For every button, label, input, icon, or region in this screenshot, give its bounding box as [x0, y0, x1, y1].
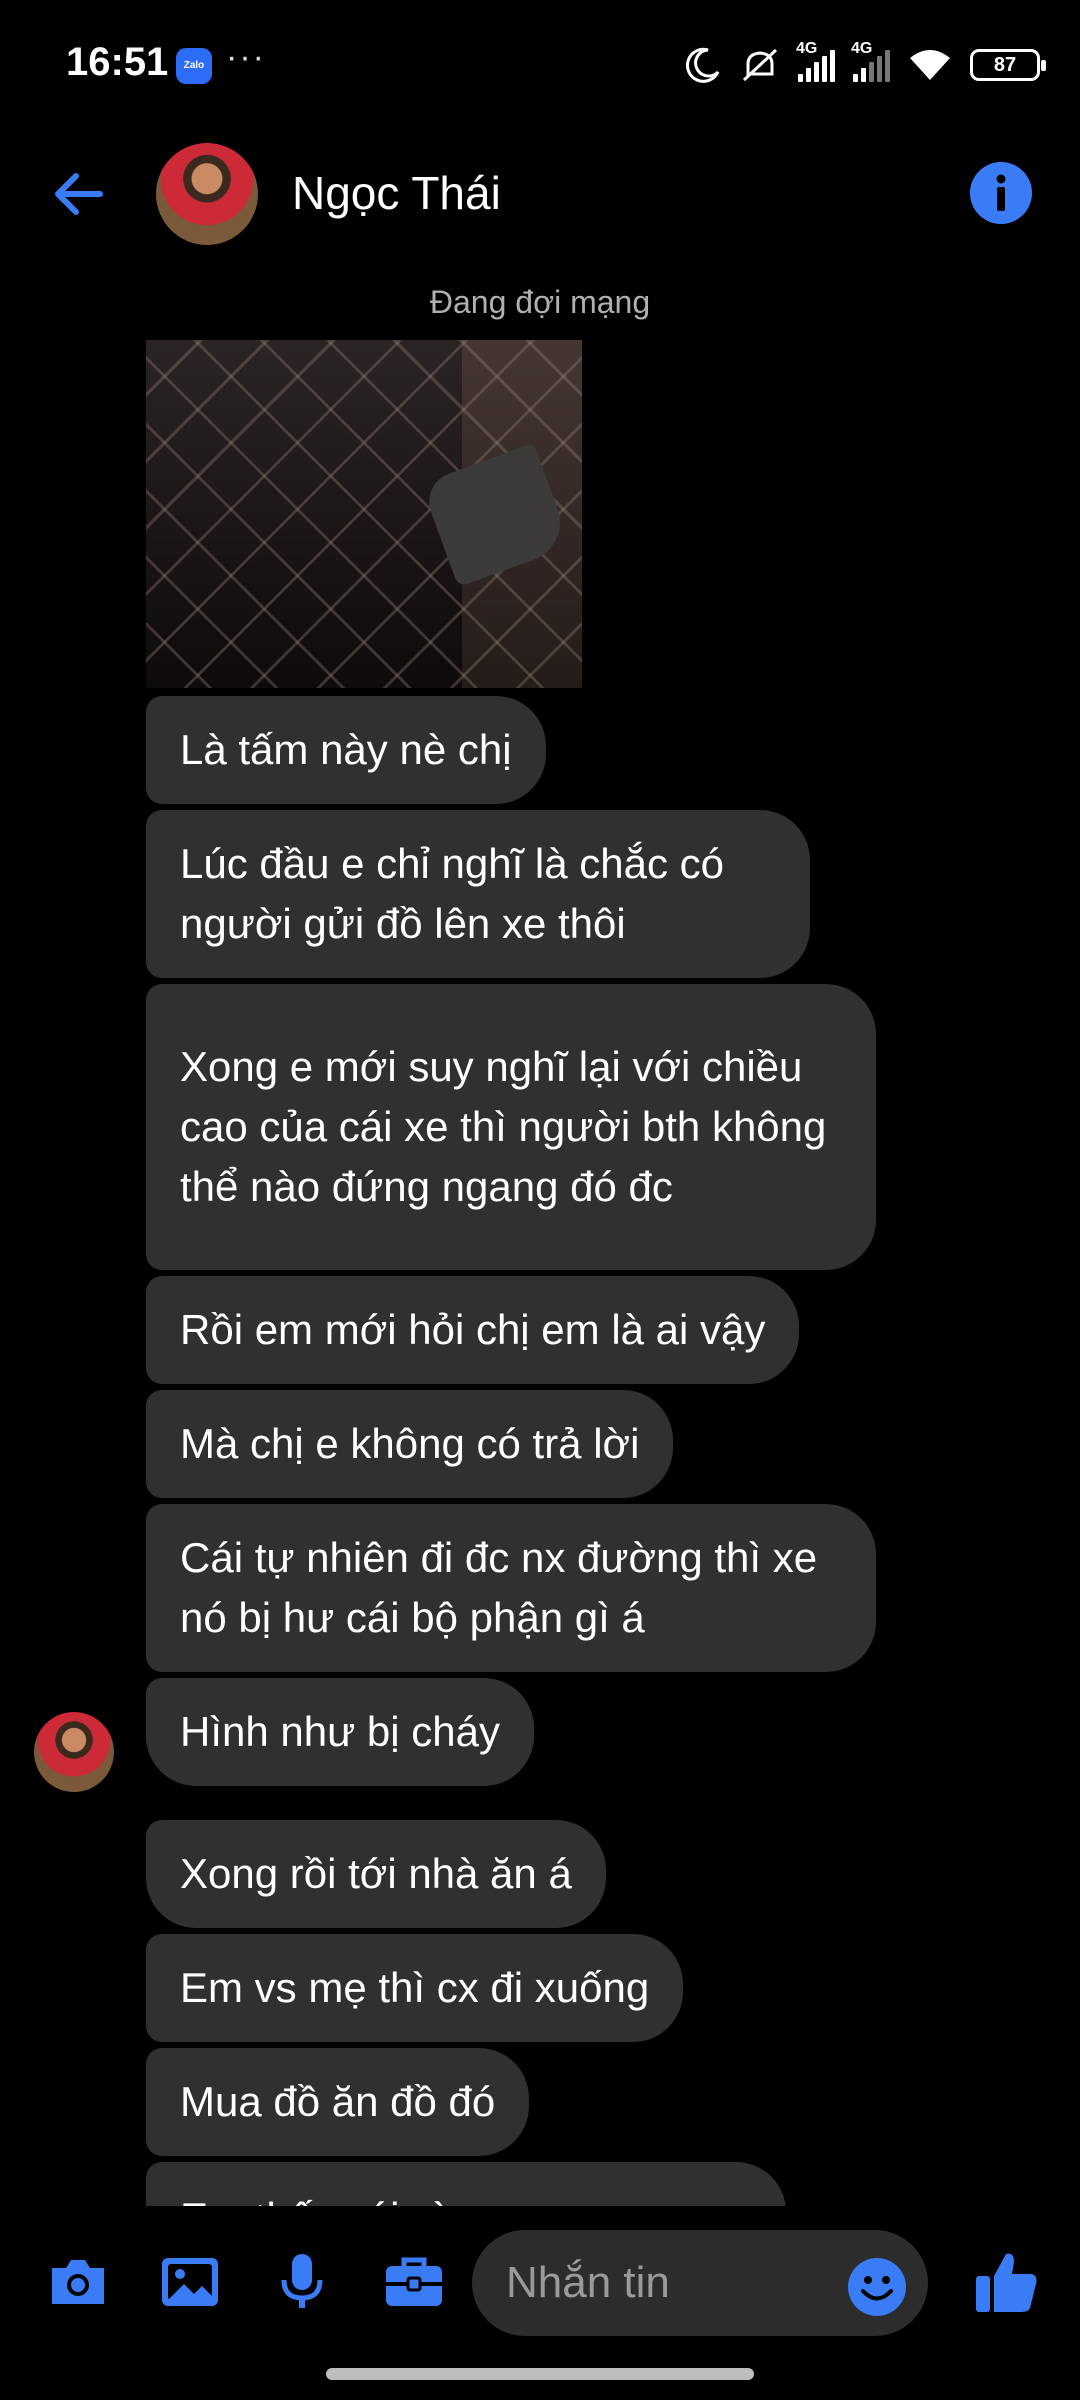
status-time: 16:51	[66, 40, 169, 84]
message-bubble[interactable]: Mà chị e không có trả lời	[146, 1390, 674, 1498]
message-text: Xong e mới suy nghĩ lại với chiều cao củ…	[180, 1043, 827, 1210]
sender-avatar[interactable]	[34, 1712, 114, 1792]
moon-icon	[685, 47, 720, 83]
message-list[interactable]: Là tấm này nè chị Lúc đầu e chỉ nghĩ là …	[0, 340, 1080, 2206]
chat-header: Ngọc Thái	[0, 140, 1080, 250]
wifi-icon	[910, 50, 950, 80]
more-notifications-icon: ···	[226, 38, 266, 76]
message-text: Mua đồ ăn đồ đó	[180, 2078, 496, 2125]
message-text: Lúc đầu e chỉ nghĩ là chắc có người gửi …	[180, 840, 725, 947]
photo-message[interactable]	[146, 340, 582, 688]
battery-icon: 87	[970, 49, 1046, 81]
emoji-icon[interactable]	[848, 2258, 906, 2316]
message-bubble[interactable]: Rồi em mới hỏi chị em là ai vậy	[146, 1276, 800, 1384]
signal-icon-2: 4G	[851, 40, 890, 82]
mute-icon	[742, 48, 778, 82]
message-bubble[interactable]: Em thấy cái gì ...	[146, 2162, 786, 2206]
message-bubble[interactable]: Là tấm này nè chị	[146, 696, 546, 804]
info-icon[interactable]	[970, 162, 1032, 224]
network-type-2: 4G	[851, 40, 873, 57]
message-bubble[interactable]: Xong rồi tới nhà ăn á	[146, 1820, 606, 1928]
message-text: Em thấy cái gì ...	[180, 2188, 493, 2206]
message-bubble[interactable]: Xong e mới suy nghĩ lại với chiều cao củ…	[146, 984, 876, 1270]
message-text: Mà chị e không có trả lời	[180, 1420, 640, 1467]
message-bubble[interactable]: Cái tự nhiên đi đc nx đường thì xe nó bị…	[146, 1504, 876, 1672]
message-bubble[interactable]: Mua đồ ăn đồ đó	[146, 2048, 530, 2156]
network-type-1: 4G	[796, 40, 818, 57]
thumbs-up-icon[interactable]	[972, 2246, 1042, 2316]
message-bubble[interactable]: Hình như bị cháy	[146, 1678, 534, 1786]
message-text: Xong rồi tới nhà ăn á	[180, 1850, 572, 1897]
message-bubble[interactable]: Em vs mẹ thì cx đi xuống	[146, 1934, 684, 2042]
message-text: Rồi em mới hỏi chị em là ai vậy	[180, 1306, 766, 1353]
battery-level: 87	[993, 53, 1017, 76]
status-bar: 16:51 Zalo ··· 4G 4G 87	[0, 0, 1080, 130]
camera-icon[interactable]	[46, 2250, 110, 2314]
message-text: Cái tự nhiên đi đc nx đường thì xe nó bị…	[180, 1534, 818, 1641]
message-bubble[interactable]: Lúc đầu e chỉ nghĩ là chắc có người gửi …	[146, 810, 810, 978]
back-arrow-icon[interactable]	[48, 164, 108, 224]
status-icons: 4G 4G 87	[684, 40, 1046, 88]
signal-icon-1: 4G	[796, 40, 835, 82]
image-icon[interactable]	[158, 2250, 222, 2314]
composer-bar	[0, 2220, 1080, 2340]
message-text: Em vs mẹ thì cx đi xuống	[180, 1964, 650, 2011]
briefcase-icon[interactable]	[382, 2250, 446, 2314]
home-indicator[interactable]	[326, 2368, 754, 2380]
message-text: Là tấm này nè chị	[180, 726, 512, 773]
network-status: Đang đợi mạng	[429, 284, 651, 320]
message-text: Hình như bị cháy	[180, 1708, 500, 1755]
contact-name[interactable]: Ngọc Thái	[292, 166, 501, 220]
microphone-icon[interactable]	[270, 2250, 334, 2314]
zalo-notification-icon: Zalo	[176, 48, 212, 84]
contact-avatar[interactable]	[156, 143, 258, 245]
